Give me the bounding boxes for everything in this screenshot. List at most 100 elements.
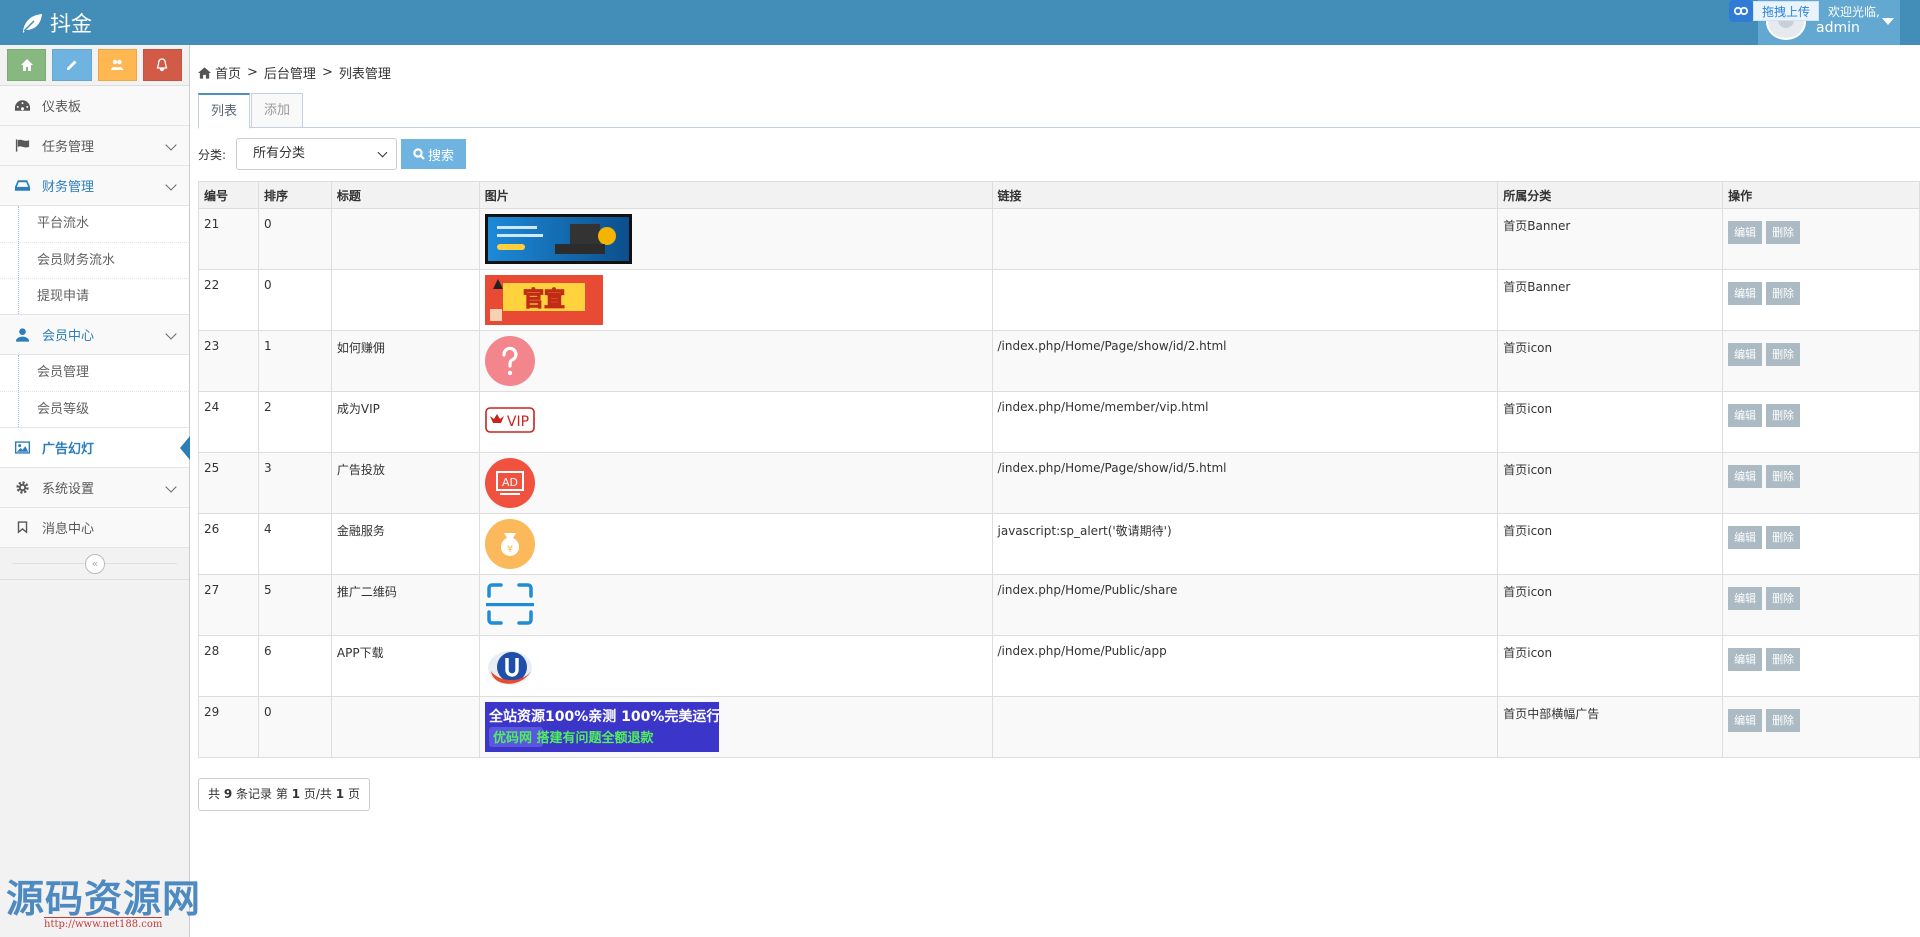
shortcut-edit-button[interactable] <box>52 49 92 81</box>
cell-category: 首页icon <box>1497 635 1724 697</box>
cell-image <box>478 574 993 636</box>
delete-button[interactable]: 删除 <box>1766 648 1801 671</box>
cell-id: 25 <box>198 452 259 514</box>
cell-link: /index.php/Home/Page/show/id/2.html <box>991 330 1499 392</box>
delete-button[interactable]: 删除 <box>1766 465 1801 488</box>
delete-button[interactable]: 删除 <box>1766 587 1801 610</box>
cell-category: 首页Banner <box>1497 269 1724 331</box>
sidebar-item-label: 任务管理 <box>42 140 95 155</box>
col-header-category[interactable]: 所属分类 <box>1497 181 1724 209</box>
edit-button[interactable]: 编辑 <box>1728 343 1763 366</box>
sidebar-item-label: 广告幻灯 <box>42 442 95 457</box>
chevron-down-icon <box>165 481 177 493</box>
delete-button[interactable]: 删除 <box>1766 404 1801 427</box>
col-header-title[interactable]: 标题 <box>330 181 480 209</box>
cell-link: /index.php/Home/Public/share <box>991 574 1499 636</box>
total-pages: 1 <box>335 787 345 801</box>
vip-text: VIP <box>507 414 529 430</box>
cell-actions: 编辑 删除 <box>1722 330 1920 392</box>
table-row: 28 6 APP下载/index.php/Home/Public/app 首页icon… <box>198 635 1920 697</box>
delete-button[interactable]: 删除 <box>1766 221 1801 244</box>
category-select[interactable]: 所有分类 <box>236 138 398 170</box>
user-icon <box>12 327 32 343</box>
cell-link: /index.php/Home/Page/show/id/5.html <box>991 452 1499 514</box>
col-header-link[interactable]: 链接 <box>991 181 1499 209</box>
breadcrumb-admin[interactable]: 后台管理 <box>264 63 316 82</box>
qr-scan-icon <box>485 583 534 625</box>
cell-category: 首页icon <box>1497 452 1724 514</box>
filter-form: 分类: 所有分类 搜索 <box>198 138 467 170</box>
sidebar-subitem-platform-flow[interactable]: 平台流水 <box>0 206 189 242</box>
table-row: 21 0 首页Banner 编辑 删除 <box>198 208 1920 270</box>
edit-button[interactable]: 编辑 <box>1728 221 1763 244</box>
pagination-info: 共 9 条记录 第 1 页/共 1 页 <box>198 778 370 811</box>
edit-button[interactable]: 编辑 <box>1728 526 1763 549</box>
sidebar-item-dashboard[interactable]: 仪表板 <box>0 86 189 126</box>
sidebar-subitem-member-level[interactable]: 会员等级 <box>0 391 189 427</box>
breadcrumb-current: 列表管理 <box>338 67 391 82</box>
leaf-icon <box>23 14 42 33</box>
cell-actions: 编辑 删除 <box>1722 635 1920 697</box>
table-row: 29 0 全站资源100%亲测 100%完美运行 优码网 搭建有问题全额退款 首页中部横… <box>198 696 1920 758</box>
baidu-cloud-icon <box>1729 0 1753 22</box>
bookmark-icon <box>12 520 32 536</box>
shortcut-users-button[interactable] <box>97 49 137 81</box>
shortcut-alert-button[interactable] <box>142 49 182 81</box>
cell-id: 24 <box>198 391 259 453</box>
cell-title <box>330 208 480 270</box>
watermark-text: 源码资源网 <box>6 876 202 921</box>
sidebar-shortcuts <box>0 45 189 86</box>
bell-icon <box>157 58 168 72</box>
sidebar-item-members[interactable]: 会员中心 <box>0 315 189 355</box>
sidebar-subitem-member-manage[interactable]: 会员管理 <box>0 355 189 391</box>
sidebar-subitem-withdraw[interactable]: 提现申请 <box>0 278 189 314</box>
brand[interactable]: 抖金 <box>20 8 92 38</box>
cell-sort: 6 <box>257 635 332 697</box>
caret-down-icon <box>1882 18 1894 25</box>
svg-text:¥: ¥ <box>507 544 513 555</box>
breadcrumb-home[interactable]: 首页 <box>215 63 241 82</box>
delete-button[interactable]: 删除 <box>1766 343 1801 366</box>
double-chevron-left-icon[interactable]: « <box>85 554 105 574</box>
shortcut-home-button[interactable] <box>7 49 47 81</box>
cell-category: 首页icon <box>1497 513 1724 575</box>
edit-button[interactable]: 编辑 <box>1728 282 1763 305</box>
sidebar-item-tasks[interactable]: 任务管理 <box>0 126 189 166</box>
cell-category: 首页Banner <box>1497 208 1724 270</box>
cell-sort: 2 <box>257 391 332 453</box>
sidebar-subitem-member-finance[interactable]: 会员财务流水 <box>0 242 189 278</box>
delete-button[interactable]: 删除 <box>1766 282 1801 305</box>
col-header-id[interactable]: 编号 <box>198 181 259 209</box>
delete-button[interactable]: 删除 <box>1766 526 1801 549</box>
ad-table: 编号 排序 标题 图片 链接 所属分类 操作 21 0 首页Banner 编辑 删除 22… <box>198 181 1920 758</box>
sidebar-item-ads[interactable]: 广告幻灯 <box>0 428 190 468</box>
col-header-sort[interactable]: 排序 <box>257 181 332 209</box>
cell-image: 全站资源100%亲测 100%完美运行 优码网 搭建有问题全额退款 <box>478 696 993 758</box>
edit-button[interactable]: 编辑 <box>1728 648 1763 671</box>
current-page: 1 <box>291 787 301 801</box>
edit-button[interactable]: 编辑 <box>1728 465 1763 488</box>
upload-widget[interactable]: 拖拽上传 <box>1729 0 1820 22</box>
flag-icon <box>12 138 32 154</box>
top-navbar: 抖金 欢迎光临, admin 拖拽上传 <box>0 0 1920 45</box>
col-header-actions: 操作 <box>1722 181 1920 209</box>
sidebar-item-label: 仪表板 <box>42 100 82 115</box>
edit-button[interactable]: 编辑 <box>1728 404 1763 427</box>
search-button[interactable]: 搜索 <box>401 139 467 169</box>
cell-actions: 编辑 删除 <box>1722 574 1920 636</box>
col-header-image[interactable]: 图片 <box>478 181 993 209</box>
sidebar-item-messages[interactable]: 消息中心 <box>0 508 189 548</box>
tab-add[interactable]: 添加 <box>251 93 304 128</box>
cell-actions: 编辑 删除 <box>1722 269 1920 331</box>
cell-id: 23 <box>198 330 259 392</box>
sidebar-item-settings[interactable]: 系统设置 <box>0 468 189 508</box>
money-bag-icon: ¥ <box>484 519 535 569</box>
edit-button[interactable]: 编辑 <box>1728 587 1763 610</box>
cell-category: 首页icon <box>1497 574 1724 636</box>
picture-icon <box>12 440 32 456</box>
delete-button[interactable]: 删除 <box>1766 709 1801 732</box>
edit-button[interactable]: 编辑 <box>1728 709 1763 732</box>
tab-list[interactable]: 列表 <box>198 93 251 129</box>
cell-title: 如何赚佣 <box>330 330 480 392</box>
sidebar-item-finance[interactable]: 财务管理 <box>0 166 189 206</box>
